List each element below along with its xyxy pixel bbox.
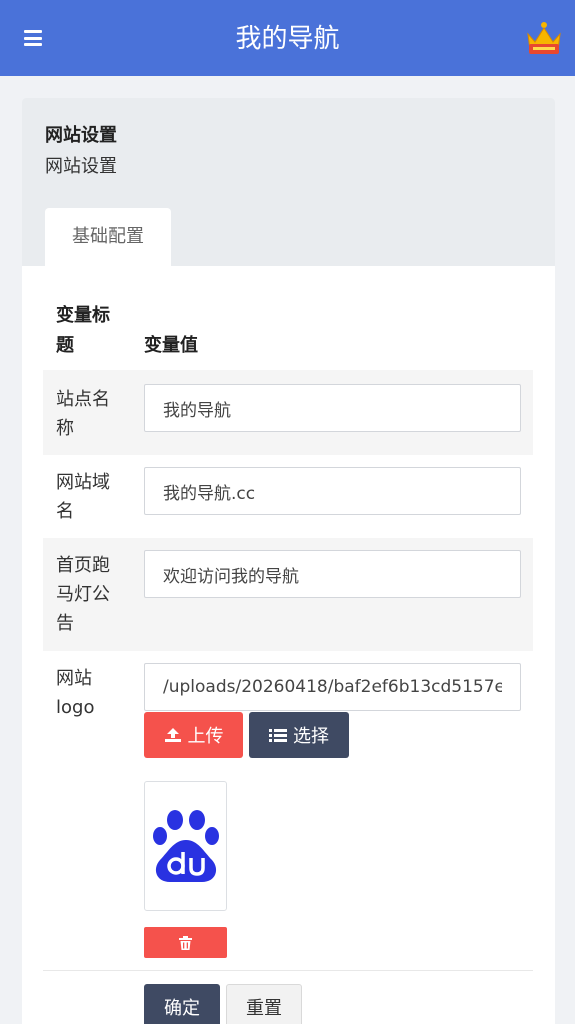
- marquee-notice-input[interactable]: [144, 550, 521, 598]
- site-name-input[interactable]: [144, 384, 521, 432]
- list-icon: [269, 729, 287, 742]
- column-header-name: 变量标题: [56, 305, 110, 356]
- upload-icon: [164, 728, 181, 742]
- logo-path-input[interactable]: [144, 663, 521, 711]
- card-header: 网站设置 网站设置 基础配置: [22, 98, 555, 266]
- delete-logo-button[interactable]: [144, 927, 227, 958]
- upload-button[interactable]: 上传: [144, 712, 243, 758]
- upload-label: 上传: [187, 726, 224, 747]
- choose-label: 选择: [293, 726, 329, 747]
- table-row: 首页跑马灯公告: [43, 538, 533, 651]
- logo-preview: [144, 781, 227, 911]
- confirm-button[interactable]: 确定: [144, 984, 220, 1024]
- table-row: 网站logo: [43, 651, 533, 970]
- baidu-paw-icon: [152, 810, 219, 882]
- crown-icon[interactable]: [525, 20, 563, 58]
- panel-subtitle: 网站设置: [45, 156, 117, 177]
- table-row: 网站域名: [43, 455, 533, 538]
- settings-card: 网站设置 网站设置 基础配置 变量标题 变量值 站点名称 网站域名 首页跑马灯公…: [22, 98, 555, 1024]
- trash-icon: [179, 935, 192, 950]
- tab-basic-config[interactable]: 基础配置: [45, 208, 171, 266]
- reset-button[interactable]: 重置: [226, 984, 302, 1024]
- divider: [43, 970, 533, 971]
- table-row: 站点名称: [43, 370, 533, 455]
- field-label: 网站域名: [56, 472, 110, 522]
- field-label: 首页跑马灯公告: [56, 555, 110, 634]
- app-title: 我的导航: [235, 24, 340, 54]
- field-label: 网站logo: [56, 668, 95, 718]
- choose-button[interactable]: 选择: [249, 712, 349, 758]
- column-header-value: 变量值: [144, 335, 198, 356]
- panel-title: 网站设置: [45, 125, 117, 146]
- field-label: 站点名称: [56, 389, 110, 439]
- top-bar: 我的导航: [0, 0, 575, 76]
- site-domain-input[interactable]: [144, 467, 521, 515]
